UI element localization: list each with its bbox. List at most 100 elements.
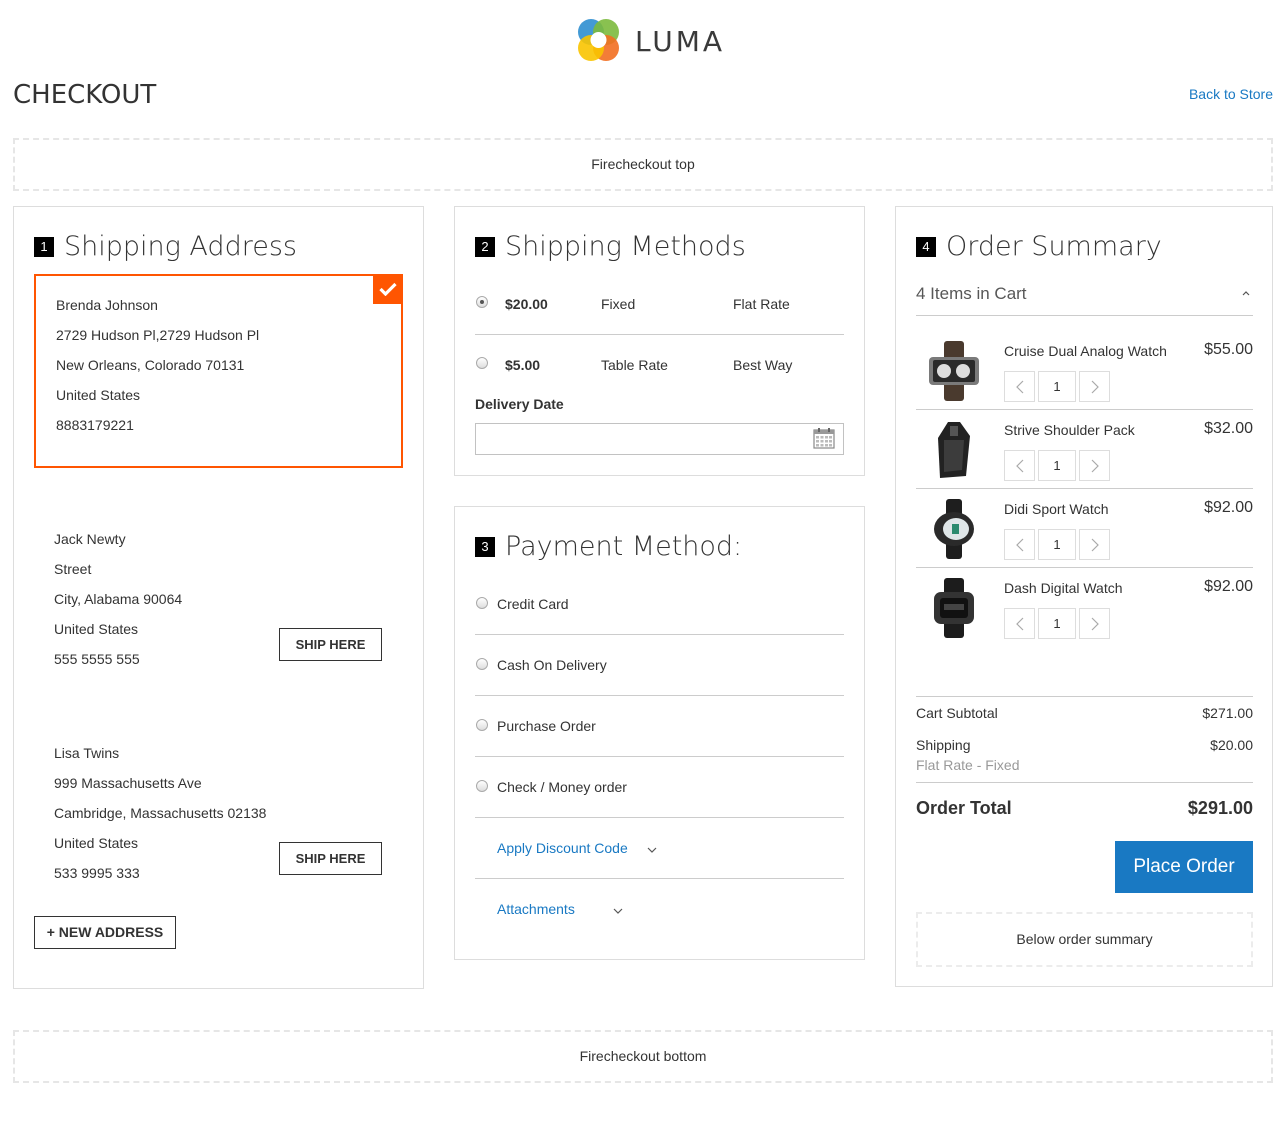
shipping-price: $20.00 (505, 296, 548, 312)
calendar-icon[interactable] (813, 427, 835, 449)
luma-logo-icon (578, 19, 619, 61)
payment-method-panel: 3 Payment Method: Credit Card Cash On De… (454, 506, 865, 960)
shipping-carrier: Flat Rate (733, 296, 790, 312)
shipping-method-radio[interactable] (476, 296, 488, 308)
address-city: City, Alabama 90064 (54, 591, 183, 607)
qty-increase-button[interactable] (1079, 371, 1110, 402)
address-street: Street (54, 561, 92, 577)
items-in-cart-toggle[interactable]: 4 Items in Cart (916, 273, 1253, 316)
delivery-date-input[interactable] (475, 423, 844, 455)
payment-option-label: Cash On Delivery (497, 657, 607, 673)
shipping-address-panel: 1 Shipping Address Brenda Johnson 2729 H… (13, 206, 424, 989)
address-city: Cambridge, Massachusetts 02138 (54, 805, 267, 821)
shipping-detail: Flat Rate - Fixed (916, 757, 1020, 773)
chevron-left-icon (1015, 617, 1023, 630)
payment-radio[interactable] (476, 658, 488, 670)
apply-discount-link[interactable]: Apply Discount Code (497, 840, 628, 856)
watch-icon (929, 341, 979, 401)
qty-decrease-button[interactable] (1004, 371, 1035, 402)
payment-option-label: Purchase Order (497, 718, 596, 734)
subtotal-label: Cart Subtotal (916, 705, 998, 721)
shipping-method-name: Table Rate (601, 357, 668, 373)
qty-input[interactable]: 1 (1038, 371, 1076, 402)
address-phone: 8883179221 (56, 417, 134, 433)
delivery-date-label: Delivery Date (475, 396, 564, 412)
address-name: Jack Newty (54, 531, 126, 547)
payment-option[interactable]: Cash On Delivery (475, 635, 844, 696)
brand-name: LUMA (635, 24, 726, 58)
shipping-price: $5.00 (505, 357, 541, 373)
shipping-methods-panel: 2 Shipping Methods $20.00 Fixed Flat Rat… (454, 206, 865, 476)
quantity-stepper: 1 (1004, 608, 1110, 639)
qty-input[interactable]: 1 (1038, 608, 1076, 639)
cart-item: Didi Sport Watch $92.00 1 (916, 489, 1253, 568)
shipping-carrier: Best Way (733, 357, 793, 373)
firecheckout-bottom-block: Firecheckout bottom (13, 1030, 1273, 1083)
qty-increase-button[interactable] (1079, 608, 1110, 639)
step-number: 1 (34, 236, 54, 257)
payment-method-heading: 3 Payment Method: (475, 531, 742, 562)
place-order-button[interactable]: Place Order (1115, 841, 1253, 893)
shipping-address-heading: 1 Shipping Address (34, 231, 297, 262)
shipping-label: Shipping (916, 737, 971, 753)
chevron-up-icon (1242, 291, 1250, 296)
qty-input[interactable]: 1 (1038, 450, 1076, 481)
item-name: Didi Sport Watch (1004, 501, 1109, 517)
address-country: United States (56, 387, 141, 403)
shipping-method-row[interactable]: $5.00 Table Rate Best Way (475, 335, 844, 396)
chevron-right-icon (1091, 617, 1099, 630)
selected-check-icon (373, 274, 403, 304)
qty-decrease-button[interactable] (1004, 529, 1035, 560)
shipping-method-radio[interactable] (476, 357, 488, 369)
chevron-left-icon (1015, 380, 1023, 393)
payment-option[interactable]: Credit Card (475, 574, 844, 635)
step-number: 4 (916, 236, 936, 257)
qty-increase-button[interactable] (1079, 450, 1110, 481)
payment-option[interactable]: Check / Money order (475, 757, 844, 818)
totals-divider (916, 696, 1253, 697)
subtotal-value: $271.00 (1202, 705, 1253, 721)
chevron-down-icon (613, 908, 623, 914)
step-number: 3 (475, 536, 495, 557)
payment-option-label: Check / Money order (497, 779, 627, 795)
step-title-text: Payment Method: (505, 531, 743, 562)
order-total-row: Order Total $291.00 (916, 798, 1253, 819)
chevron-right-icon (1091, 538, 1099, 551)
new-address-button[interactable]: + NEW ADDRESS (34, 916, 176, 949)
back-to-store-link[interactable]: Back to Store (1189, 86, 1273, 102)
item-name: Cruise Dual Analog Watch (1004, 343, 1167, 359)
ship-here-button[interactable]: SHIP HERE (279, 842, 382, 875)
order-total-value: $291.00 (1187, 798, 1253, 818)
item-name: Strive Shoulder Pack (1004, 422, 1135, 438)
chevron-right-icon (1091, 380, 1099, 393)
luma-logo[interactable]: LUMA (575, 18, 725, 64)
qty-increase-button[interactable] (1079, 529, 1110, 560)
below-order-summary-block: Below order summary (916, 912, 1253, 967)
attachments-toggle[interactable]: Attachments (475, 879, 844, 940)
ship-here-button[interactable]: SHIP HERE (279, 628, 382, 661)
cart-item: Strive Shoulder Pack $32.00 1 (916, 410, 1253, 489)
item-name: Dash Digital Watch (1004, 580, 1123, 596)
qty-decrease-button[interactable] (1004, 608, 1035, 639)
shipping-method-row[interactable]: $20.00 Fixed Flat Rate (475, 274, 844, 335)
watch-icon (934, 578, 974, 638)
payment-option[interactable]: Purchase Order (475, 696, 844, 757)
address-street: 2729 Hudson Pl,2729 Hudson Pl (56, 327, 260, 343)
qty-decrease-button[interactable] (1004, 450, 1035, 481)
payment-radio[interactable] (476, 719, 488, 731)
payment-option-label: Credit Card (497, 596, 569, 612)
firecheckout-top-block: Firecheckout top (13, 138, 1273, 191)
payment-radio[interactable] (476, 597, 488, 609)
address-name: Lisa Twins (54, 745, 120, 761)
qty-input[interactable]: 1 (1038, 529, 1076, 560)
items-in-cart-label: 4 Items in Cart (916, 284, 1027, 303)
chevron-left-icon (1015, 459, 1023, 472)
quantity-stepper: 1 (1004, 450, 1110, 481)
address-card-selected[interactable]: Brenda Johnson 2729 Hudson Pl,2729 Hudso… (34, 274, 403, 468)
attachments-link[interactable]: Attachments (497, 901, 575, 917)
apply-discount-toggle[interactable]: Apply Discount Code (475, 818, 844, 879)
quantity-stepper: 1 (1004, 371, 1110, 402)
shipping-value: $20.00 (1210, 737, 1253, 753)
payment-radio[interactable] (476, 780, 488, 792)
step-number: 2 (475, 236, 495, 257)
